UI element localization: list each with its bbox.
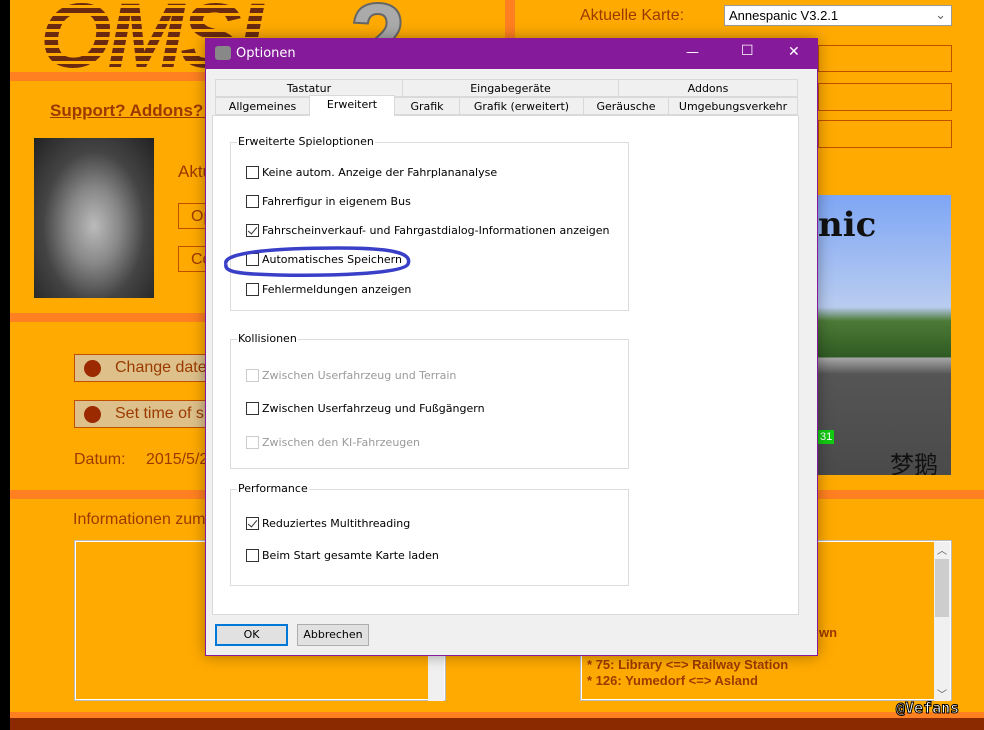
menu-box[interactable]	[818, 83, 952, 111]
group-kollisionen: Kollisionen Zwischen Userfahrzeug und Te…	[230, 332, 629, 469]
change-date-button[interactable]: Change date	[74, 354, 214, 382]
checkbox-label: Fahrscheinverkauf- und Fahrgastdialog-In…	[262, 224, 610, 237]
map-select[interactable]: Annespanic V3.2.1 ⌄	[724, 5, 952, 26]
checkbox-item[interactable]: Fehlermeldungen anzeigen	[246, 283, 411, 297]
tab-grafik[interactable]: Grafik	[394, 97, 460, 115]
tab-geraeusche[interactable]: Geräusche	[583, 97, 669, 115]
scroll-thumb[interactable]	[935, 559, 949, 617]
map-label: Aktuelle Karte:	[580, 7, 685, 24]
checkbox-label: Fehlermeldungen anzeigen	[262, 283, 412, 296]
checkbox-unchecked[interactable]	[246, 402, 259, 415]
preview-title: nic	[818, 205, 877, 245]
support-link[interactable]: Support? Addons? In	[50, 101, 223, 121]
tab-umgebungsverkehr[interactable]: Umgebungsverkehr	[668, 97, 798, 115]
checkbox-unchecked	[246, 369, 259, 382]
dialog-title: Optionen	[236, 46, 296, 61]
menu-box[interactable]	[818, 120, 952, 148]
app-icon	[215, 46, 231, 60]
checkbox-unchecked[interactable]	[246, 166, 259, 179]
scrollbar[interactable]: ︿ ﹀	[934, 542, 950, 701]
scroll-up-icon[interactable]: ︿	[934, 542, 950, 557]
checkbox-label: Beim Start gesamte Karte laden	[262, 549, 439, 562]
minimize-icon[interactable]: —	[686, 45, 699, 60]
checkbox-label: Keine autom. Anzeige der Fahrplananalyse	[262, 166, 498, 179]
preview-badge: 31	[818, 430, 835, 444]
info-line: wn	[819, 625, 838, 640]
maximize-icon[interactable]: ☐	[741, 43, 754, 59]
radio-dot-icon	[84, 360, 101, 377]
checkbox-item[interactable]: Keine autom. Anzeige der Fahrplananalyse	[246, 166, 497, 180]
ok-button[interactable]: OK	[215, 624, 288, 646]
checkbox-item: Zwischen Userfahrzeug und Terrain	[246, 369, 456, 383]
info-line: * 75: Library <=> Railway Station	[587, 657, 789, 672]
close-icon[interactable]: ✕	[788, 44, 800, 60]
checkbox-label: Zwischen Userfahrzeug und Terrain	[262, 369, 457, 382]
driver-photo	[34, 138, 154, 298]
menu-box[interactable]	[818, 45, 952, 72]
info-line: * 126: Yumedorf <=> Asland	[587, 673, 758, 688]
info-label: Informationen zum	[73, 511, 206, 528]
checkbox-item[interactable]: Fahrscheinverkauf- und Fahrgastdialog-In…	[246, 224, 610, 238]
radio-dot-icon	[84, 406, 101, 423]
group-legend: Performance	[237, 482, 309, 495]
map-select-value: Annespanic V3.2.1	[729, 8, 839, 23]
watermark: @Vefans	[895, 699, 960, 718]
tab-eingabegeraete[interactable]: Eingabegeräte	[402, 79, 619, 97]
set-time-button[interactable]: Set time of si	[74, 400, 214, 428]
checkbox-checked[interactable]	[246, 224, 259, 237]
dialog-titlebar[interactable]: Optionen — ☐ ✕	[206, 39, 817, 69]
options-dialog: Optionen — ☐ ✕ Tastatur Eingabegeräte Ad…	[205, 38, 818, 656]
checkbox-item[interactable]: Reduziertes Multithreading	[246, 517, 410, 531]
tab-allgemeines[interactable]: Allgemeines	[215, 97, 310, 115]
group-legend: Kollisionen	[237, 332, 298, 345]
checkbox-item: Zwischen den KI-Fahrzeugen	[246, 436, 420, 450]
tab-panel: Erweiterte Spieloptionen Keine autom. An…	[212, 115, 799, 615]
preview-logo: 梦鹅	[890, 452, 938, 475]
annotation-ellipse	[224, 246, 411, 277]
checkbox-unchecked[interactable]	[246, 549, 259, 562]
group-performance: Performance Reduziertes Multithreading Be…	[230, 482, 629, 586]
checkbox-item[interactable]: Fahrerfigur in eigenem Bus	[246, 195, 411, 209]
group-legend: Erweiterte Spieloptionen	[237, 135, 375, 148]
tab-addons[interactable]: Addons	[618, 79, 798, 97]
set-time-label: Set time of si	[115, 405, 208, 422]
checkbox-label: Zwischen den KI-Fahrzeugen	[262, 436, 421, 449]
checkbox-unchecked[interactable]	[246, 195, 259, 208]
cancel-button[interactable]: Abbrechen	[297, 624, 369, 646]
change-date-label: Change date	[115, 359, 207, 376]
checkbox-unchecked[interactable]	[246, 283, 259, 296]
datum-label: Datum:	[74, 451, 126, 468]
checkbox-unchecked	[246, 436, 259, 449]
footer-bar	[10, 718, 984, 730]
checkbox-label: Fahrerfigur in eigenem Bus	[262, 195, 411, 208]
group-erweiterte-spieloptionen: Erweiterte Spieloptionen Keine autom. An…	[230, 135, 629, 311]
datum-value: 2015/5/2	[146, 451, 209, 468]
checkbox-item[interactable]: Beim Start gesamte Karte laden	[246, 549, 439, 563]
tab-grafik-erweitert[interactable]: Grafik (erweitert)	[459, 97, 584, 115]
checkbox-checked[interactable]	[246, 517, 259, 530]
chevron-down-icon: ⌄	[935, 7, 946, 22]
black-strip	[0, 0, 10, 730]
tab-erweitert[interactable]: Erweitert	[309, 95, 395, 116]
checkbox-label: Reduziertes Multithreading	[262, 517, 411, 530]
checkbox-item[interactable]: Zwischen Userfahrzeug und Fußgängern	[246, 402, 485, 416]
checkbox-label: Zwischen Userfahrzeug und Fußgängern	[262, 402, 485, 415]
map-preview-image: nic 31 梦鹅	[818, 195, 951, 475]
